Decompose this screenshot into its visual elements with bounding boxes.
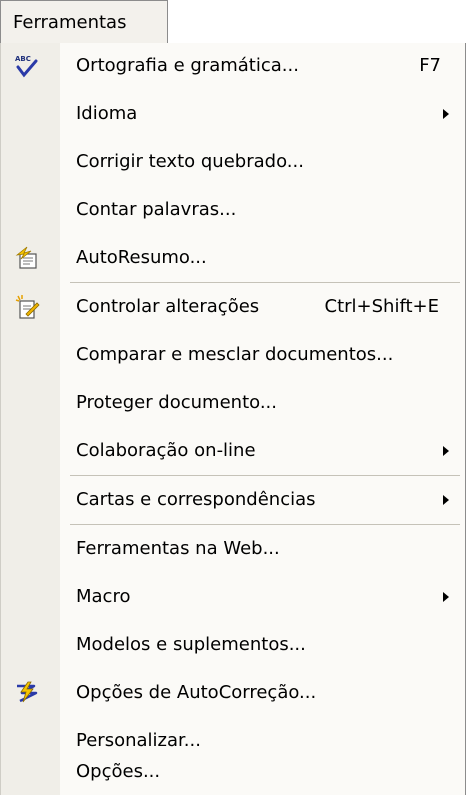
menu-item-shortcut: Ctrl+Shift+E <box>324 296 439 317</box>
menu-item-cartas-correspondencias[interactable]: Cartas e correspondências <box>0 477 465 523</box>
menu-item-label: AutoResumo... <box>76 247 207 268</box>
menu-item-autoresumo[interactable]: AutoResumo... <box>0 235 465 281</box>
menu-item-controlar-alteracoes[interactable]: Controlar alterações Ctrl+Shift+E <box>0 284 465 330</box>
menu-item-comparar-mesclar[interactable]: Comparar e mesclar documentos... <box>0 332 465 378</box>
submenu-arrow-icon <box>443 495 449 505</box>
track-changes-icon <box>14 294 40 320</box>
menu-item-label: Ortografia e gramática... <box>76 55 299 76</box>
menu-item-idioma[interactable]: Idioma <box>0 91 465 137</box>
menu-item-label: Colaboração on-line <box>76 440 256 461</box>
menu-item-modelos-suplementos[interactable]: Modelos e suplementos... <box>0 622 465 668</box>
menu-item-label: Ferramentas na Web... <box>76 538 280 559</box>
submenu-arrow-icon <box>443 109 449 119</box>
tools-dropdown-menu: ABC Ortografia e gramática... F7 Idioma … <box>0 43 466 795</box>
menu-item-label: Proteger documento... <box>76 392 277 413</box>
menu-item-shortcut: F7 <box>419 55 441 76</box>
menu-item-label: Controlar alterações <box>76 296 260 317</box>
svg-text:ABC: ABC <box>15 55 31 63</box>
autocorrect-icon <box>14 680 40 706</box>
autosummary-icon <box>14 245 40 271</box>
menu-item-label: Opções... <box>76 761 161 782</box>
menu-item-opcoes-autocorrecao[interactable]: Opções de AutoCorreção... <box>0 670 465 716</box>
menu-item-contar-palavras[interactable]: Contar palavras... <box>0 187 465 233</box>
menu-item-ortografia[interactable]: ABC Ortografia e gramática... F7 <box>0 43 465 89</box>
menu-item-label: Macro <box>76 586 131 607</box>
menu-item-macro[interactable]: Macro <box>0 574 465 620</box>
menu-tab-ferramentas[interactable]: Ferramentas <box>0 0 168 43</box>
menu-item-colaboracao-online[interactable]: Colaboração on-line <box>0 428 465 474</box>
menu-separator <box>70 475 460 476</box>
menu-item-label: Corrigir texto quebrado... <box>76 151 304 172</box>
spell-check-icon: ABC <box>14 53 40 79</box>
menu-item-corrigir-texto[interactable]: Corrigir texto quebrado... <box>0 139 465 185</box>
submenu-arrow-icon <box>443 592 449 602</box>
menu-item-label: Opções de AutoCorreção... <box>76 682 317 703</box>
menu-item-opcoes[interactable]: Opções... <box>0 749 465 795</box>
menu-separator <box>70 282 460 283</box>
menu-item-label: Comparar e mesclar documentos... <box>76 344 394 365</box>
menu-item-proteger-documento[interactable]: Proteger documento... <box>0 380 465 426</box>
menu-item-ferramentas-web[interactable]: Ferramentas na Web... <box>0 526 465 572</box>
menu-item-label: Contar palavras... <box>76 199 237 220</box>
menu-item-label: Cartas e correspondências <box>76 489 316 510</box>
menu-item-label: Modelos e suplementos... <box>76 634 306 655</box>
menu-item-label: Idioma <box>76 103 138 124</box>
submenu-arrow-icon <box>443 446 449 456</box>
menu-separator <box>70 524 460 525</box>
